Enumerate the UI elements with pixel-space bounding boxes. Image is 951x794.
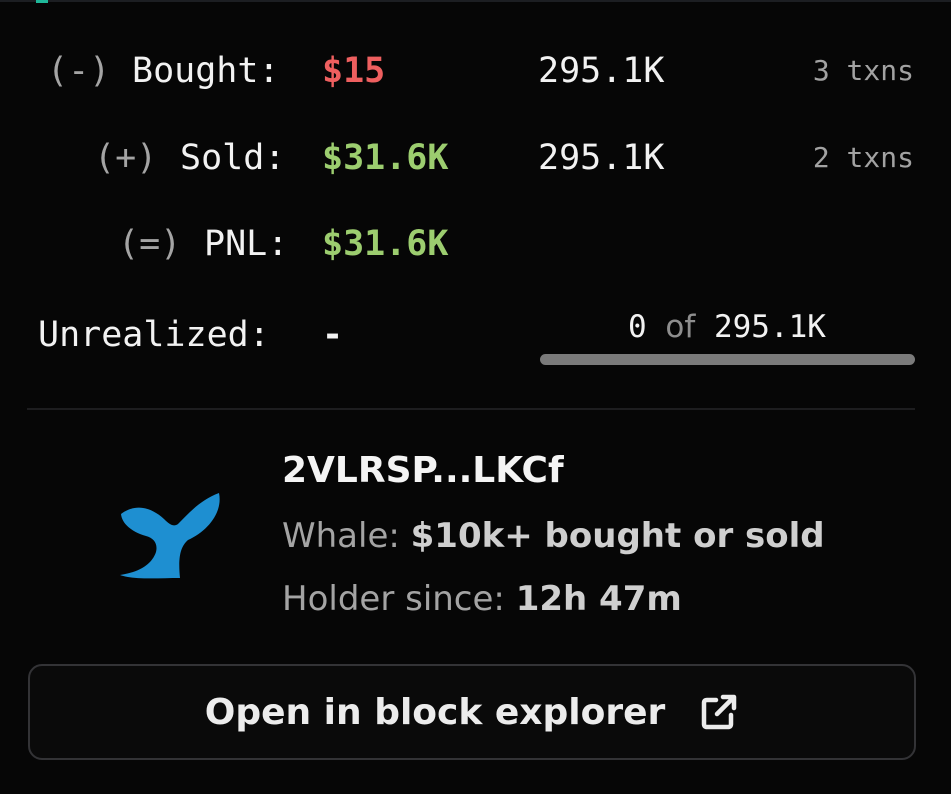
wallet-address[interactable]: 2VLRSP...LKCf <box>282 446 564 496</box>
open-block-explorer-button[interactable]: Open in block explorer <box>28 664 916 760</box>
unrealized-value: - <box>322 315 344 355</box>
holding-progress-label: 0 of 295.1K <box>540 306 914 348</box>
wallet-tag-label: Whale: <box>282 516 400 556</box>
holder-since-label: Holder since: <box>282 579 505 619</box>
unrealized-row: Unrealized: - <box>0 310 530 360</box>
holding-held: 0 <box>628 309 647 345</box>
active-tab-indicator <box>36 0 48 3</box>
holding-total: 295.1K <box>713 309 826 345</box>
bought-amount: 295.1K <box>538 51 665 91</box>
unrealized-label: Unrealized: <box>38 315 270 355</box>
sold-value: $31.6K <box>322 138 449 178</box>
wallet-tag-line: Whale: $10k+ bought or sold <box>282 512 825 560</box>
sold-sign: (+) <box>94 138 158 178</box>
sold-row: (+) Sold: $31.6K 295.1K 2 txns <box>0 133 951 183</box>
holder-since-value: 12h 47m <box>515 579 682 619</box>
bought-sign: (-) <box>47 51 111 91</box>
bought-label: Bought: <box>132 51 280 91</box>
whale-tail-icon <box>120 493 220 579</box>
external-link-icon <box>702 694 737 730</box>
sold-txns: 2 txns <box>812 141 914 174</box>
holding-of: of <box>665 309 696 345</box>
sold-amount: 295.1K <box>538 138 665 178</box>
bought-row: (-) Bought: $15 295.1K 3 txns <box>0 46 951 96</box>
panel-top-edge <box>0 0 951 2</box>
sold-label: Sold: <box>180 138 286 178</box>
pnl-label: PNL: <box>204 224 289 264</box>
pnl-value: $31.6K <box>322 224 449 264</box>
open-block-explorer-label: Open in block explorer <box>204 691 666 733</box>
bought-value: $15 <box>322 51 386 91</box>
pnl-sign: (=) <box>118 224 182 264</box>
holding-progress-bar <box>540 354 915 365</box>
pnl-row: (=) PNL: $31.6K <box>0 219 951 269</box>
wallet-tag-value: $10k+ bought or sold <box>410 516 825 556</box>
section-divider <box>27 408 915 410</box>
holder-since-line: Holder since: 12h 47m <box>282 575 682 623</box>
bought-txns: 3 txns <box>812 54 914 87</box>
